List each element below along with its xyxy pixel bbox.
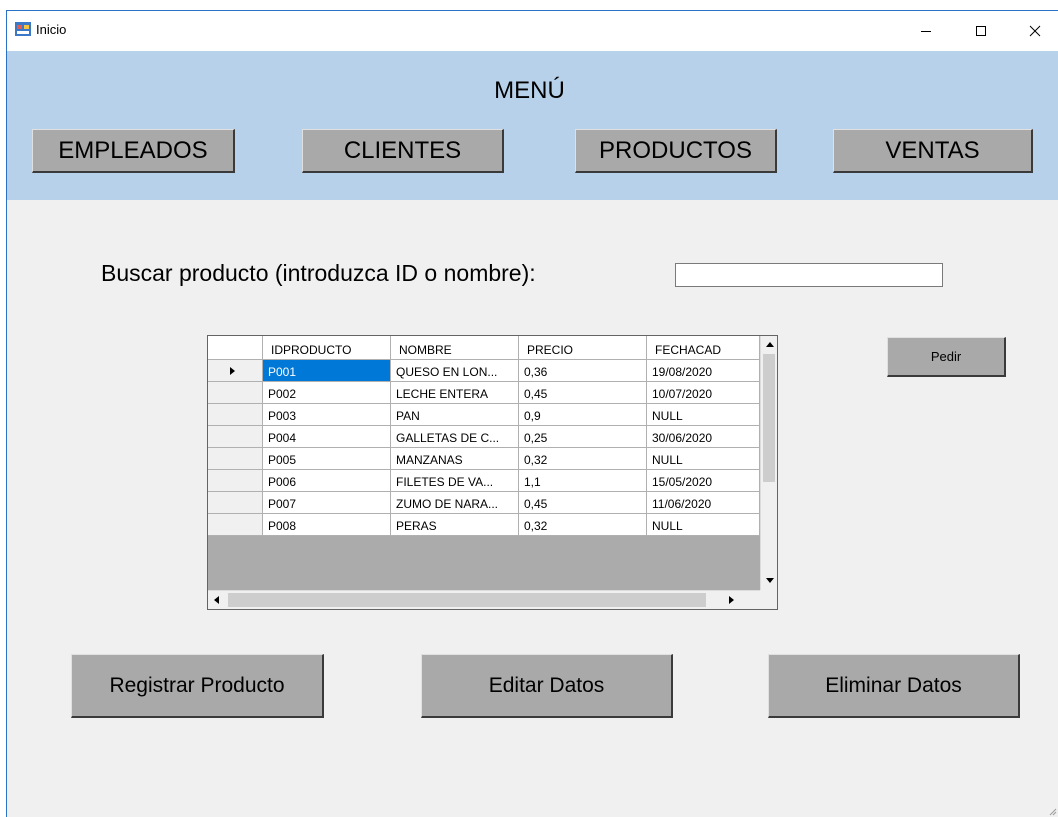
close-button[interactable] bbox=[1012, 11, 1058, 51]
windows-form-icon bbox=[15, 22, 31, 36]
column-header-precio[interactable]: PRECIO bbox=[519, 336, 647, 360]
current-row-arrow-icon bbox=[230, 367, 235, 375]
arrow-right-icon bbox=[729, 595, 734, 604]
cell-precio[interactable]: 0,32 bbox=[519, 448, 647, 470]
cell-idproducto[interactable]: P001 bbox=[263, 360, 391, 382]
table-row[interactable]: P004 GALLETAS DE C... 0,25 30/06/2020 bbox=[208, 426, 760, 448]
cell-fechacad[interactable]: NULL bbox=[647, 514, 760, 536]
empleados-button[interactable]: EMPLEADOS bbox=[32, 129, 235, 173]
table-row[interactable]: P001 QUESO EN LON... 0,36 19/08/2020 bbox=[208, 360, 760, 382]
column-header-idproducto[interactable]: IDPRODUCTO bbox=[263, 336, 391, 360]
vertical-scrollbar[interactable] bbox=[760, 336, 777, 590]
table-row[interactable]: P007 ZUMO DE NARA... 0,45 11/06/2020 bbox=[208, 492, 760, 514]
arrow-left-icon bbox=[214, 595, 219, 604]
menu-panel: MENÚ EMPLEADOS CLIENTES PRODUCTOS VENTAS bbox=[7, 51, 1058, 200]
cell-fechacad[interactable]: 11/06/2020 bbox=[647, 492, 760, 514]
scrollbar-corner bbox=[760, 590, 777, 609]
edit-data-button[interactable]: Editar Datos bbox=[421, 654, 673, 718]
minimize-icon bbox=[921, 31, 931, 32]
row-header[interactable] bbox=[208, 404, 263, 426]
close-icon bbox=[1029, 25, 1041, 37]
maximize-button[interactable] bbox=[958, 11, 1004, 51]
cell-precio[interactable]: 0,45 bbox=[519, 382, 647, 404]
scroll-down-button[interactable] bbox=[761, 572, 777, 589]
cell-precio[interactable]: 0,45 bbox=[519, 492, 647, 514]
table-row[interactable]: P003 PAN 0,9 NULL bbox=[208, 404, 760, 426]
cell-fechacad[interactable]: NULL bbox=[647, 404, 760, 426]
scroll-up-button[interactable] bbox=[761, 336, 777, 353]
row-header-corner bbox=[208, 336, 263, 360]
column-header-nombre[interactable]: NOMBRE bbox=[391, 336, 519, 360]
table-row[interactable]: P008 PERAS 0,32 NULL bbox=[208, 514, 760, 536]
cell-nombre[interactable]: LECHE ENTERA bbox=[391, 382, 519, 404]
products-grid[interactable]: IDPRODUCTO NOMBRE PRECIO FECHACAD P001 QU… bbox=[207, 335, 778, 610]
cell-idproducto[interactable]: P006 bbox=[263, 470, 391, 492]
cell-precio[interactable]: 0,25 bbox=[519, 426, 647, 448]
row-header[interactable] bbox=[208, 382, 263, 404]
search-input[interactable] bbox=[675, 263, 943, 287]
grid-header: IDPRODUCTO NOMBRE PRECIO FECHACAD bbox=[208, 336, 760, 360]
cell-nombre[interactable]: PAN bbox=[391, 404, 519, 426]
resize-grip-icon[interactable] bbox=[1047, 806, 1057, 816]
cell-precio[interactable]: 0,9 bbox=[519, 404, 647, 426]
horizontal-scroll-thumb[interactable] bbox=[228, 593, 706, 607]
cell-nombre[interactable]: GALLETAS DE C... bbox=[391, 426, 519, 448]
productos-button[interactable]: PRODUCTOS bbox=[575, 129, 777, 173]
cell-idproducto[interactable]: P002 bbox=[263, 382, 391, 404]
cell-idproducto[interactable]: P004 bbox=[263, 426, 391, 448]
table-row[interactable]: P006 FILETES DE VA... 1,1 15/05/2020 bbox=[208, 470, 760, 492]
cell-fechacad[interactable]: 15/05/2020 bbox=[647, 470, 760, 492]
pedir-button[interactable]: Pedir bbox=[887, 337, 1006, 377]
cell-nombre[interactable]: QUESO EN LON... bbox=[391, 360, 519, 382]
row-header[interactable] bbox=[208, 426, 263, 448]
cell-nombre[interactable]: ZUMO DE NARA... bbox=[391, 492, 519, 514]
scroll-right-button[interactable] bbox=[723, 591, 740, 608]
cell-fechacad[interactable]: 19/08/2020 bbox=[647, 360, 760, 382]
cell-precio[interactable]: 0,32 bbox=[519, 514, 647, 536]
table-row[interactable]: P005 MANZANAS 0,32 NULL bbox=[208, 448, 760, 470]
horizontal-scrollbar[interactable] bbox=[208, 590, 760, 609]
app-window: Inicio MENÚ EMPLEADOS CLIENTES PRODUCTOS… bbox=[6, 10, 1058, 817]
cell-fechacad[interactable]: 30/06/2020 bbox=[647, 426, 760, 448]
minimize-button[interactable] bbox=[903, 11, 949, 51]
row-header[interactable] bbox=[208, 360, 263, 382]
grid-body: P001 QUESO EN LON... 0,36 19/08/2020 P002 LEC… bbox=[208, 360, 760, 536]
vertical-scroll-thumb[interactable] bbox=[763, 354, 775, 482]
cell-precio[interactable]: 0,36 bbox=[519, 360, 647, 382]
cell-nombre[interactable]: PERAS bbox=[391, 514, 519, 536]
row-header[interactable] bbox=[208, 492, 263, 514]
column-header-fechacad[interactable]: FECHACAD bbox=[647, 336, 760, 360]
delete-data-button[interactable]: Eliminar Datos bbox=[768, 654, 1020, 718]
table-row[interactable]: P002 LECHE ENTERA 0,45 10/07/2020 bbox=[208, 382, 760, 404]
maximize-icon bbox=[976, 26, 986, 36]
register-product-button[interactable]: Registrar Producto bbox=[71, 654, 324, 718]
cell-idproducto[interactable]: P008 bbox=[263, 514, 391, 536]
cell-nombre[interactable]: FILETES DE VA... bbox=[391, 470, 519, 492]
clientes-button[interactable]: CLIENTES bbox=[302, 129, 504, 173]
cell-nombre[interactable]: MANZANAS bbox=[391, 448, 519, 470]
title-bar[interactable]: Inicio bbox=[7, 11, 1058, 51]
arrow-up-icon bbox=[765, 342, 774, 347]
row-header[interactable] bbox=[208, 514, 263, 536]
cell-idproducto[interactable]: P003 bbox=[263, 404, 391, 426]
menu-title: MENÚ bbox=[494, 77, 565, 104]
cell-fechacad[interactable]: 10/07/2020 bbox=[647, 382, 760, 404]
cell-idproducto[interactable]: P005 bbox=[263, 448, 391, 470]
cell-idproducto[interactable]: P007 bbox=[263, 492, 391, 514]
arrow-down-icon bbox=[765, 578, 774, 583]
search-label: Buscar producto (introduzca ID o nombre)… bbox=[101, 260, 536, 286]
cell-precio[interactable]: 1,1 bbox=[519, 470, 647, 492]
row-header[interactable] bbox=[208, 448, 263, 470]
window-title: Inicio bbox=[36, 22, 67, 37]
row-header[interactable] bbox=[208, 470, 263, 492]
cell-fechacad[interactable]: NULL bbox=[647, 448, 760, 470]
ventas-button[interactable]: VENTAS bbox=[833, 129, 1033, 173]
scroll-left-button[interactable] bbox=[208, 591, 225, 608]
